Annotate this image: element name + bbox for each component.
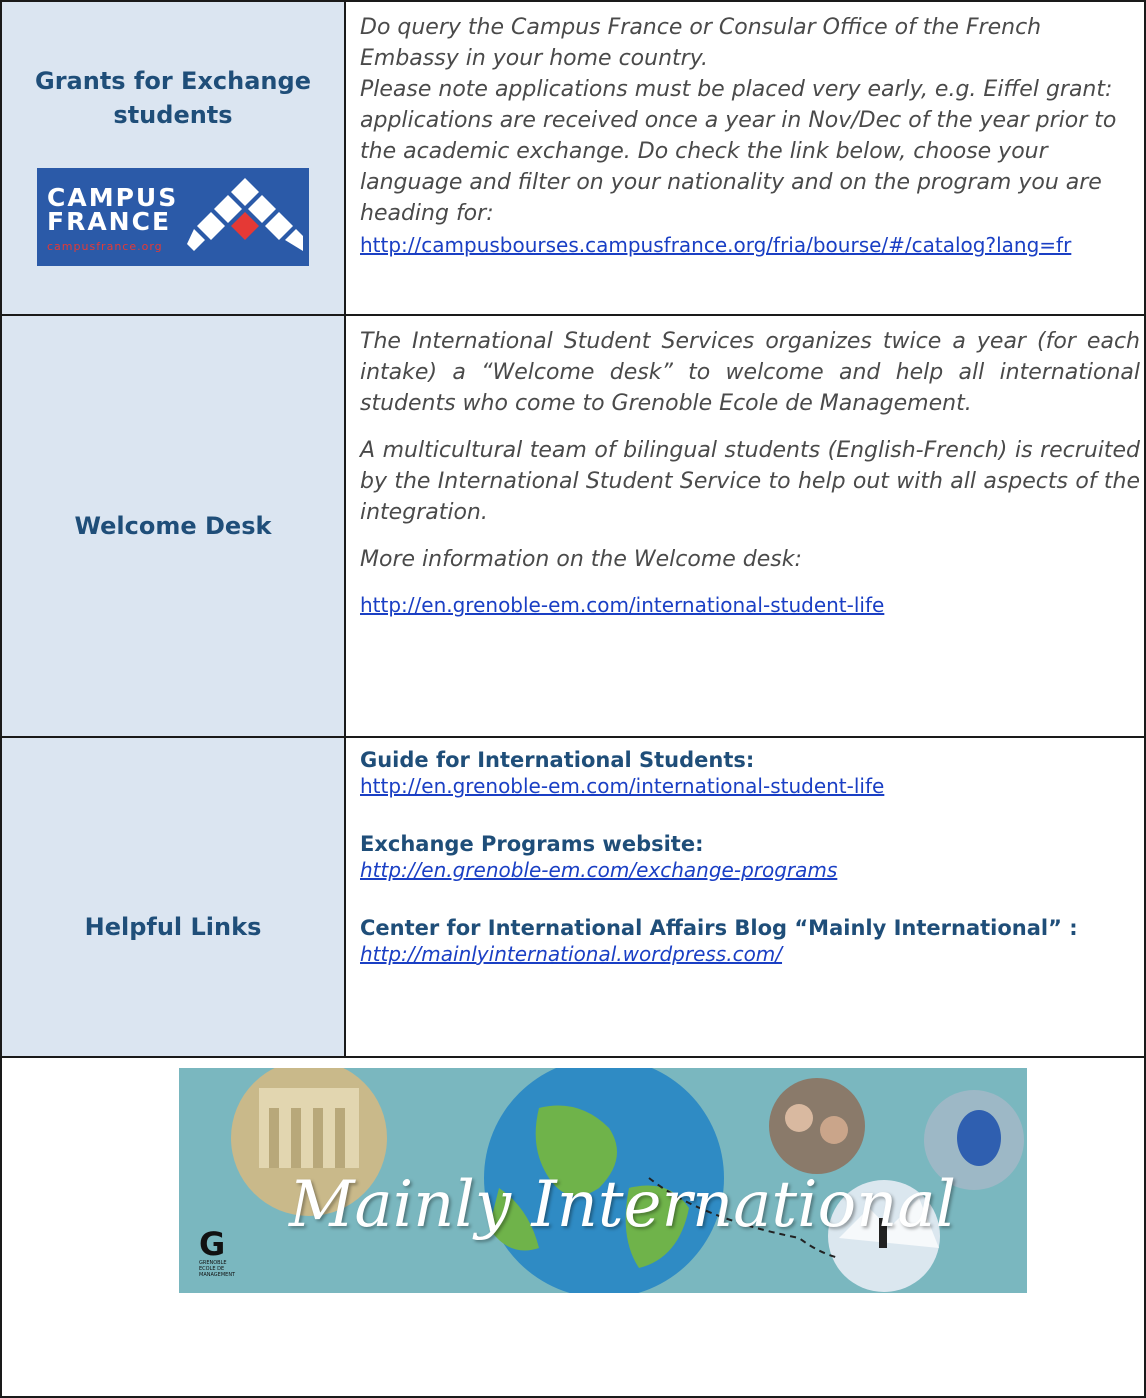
banner-title: Mainly International	[289, 1168, 956, 1242]
campus-france-logo-url: campusfrance.org	[47, 240, 163, 253]
mainly-international-banner: Mainly International G GRENOBLE ECOLE DE…	[179, 1068, 1027, 1293]
campus-france-logo: CAMPUS FRANCE campusfrance.org	[37, 168, 309, 266]
label-cell-helpful: Helpful Links	[0, 736, 346, 1058]
blog-heading: Center for International Affairs Blog “M…	[360, 916, 1078, 940]
campus-france-diamond-icon	[187, 178, 303, 251]
content-cell-welcome: The International Student Services organ…	[344, 314, 1146, 738]
label-cell-welcome: Welcome Desk	[0, 314, 346, 738]
info-table: Grants for Exchange students CAMPUS FRAN…	[0, 0, 1146, 1398]
campus-france-logo-word2: FRANCE	[47, 207, 172, 236]
banner-wrap: Mainly International G GRENOBLE ECOLE DE…	[2, 1058, 1144, 1296]
grenoble-logo: G GRENOBLE ECOLE DE MANAGEMENT	[199, 1228, 239, 1288]
label-cell-grants: Grants for Exchange students CAMPUS FRAN…	[0, 0, 346, 316]
grants-paragraph-2: Please note applications must be placed …	[360, 77, 1117, 226]
guide-link[interactable]: http://en.grenoble-em.com/international-…	[360, 774, 1144, 798]
table-row-grants: Grants for Exchange students CAMPUS FRAN…	[0, 0, 1146, 316]
banner-cell: Mainly International G GRENOBLE ECOLE DE…	[0, 1056, 1146, 1398]
campus-bourses-link[interactable]: http://campusbourses.campusfrance.org/fr…	[360, 233, 1140, 257]
welcome-paragraph-1: The International Student Services organ…	[360, 329, 1140, 416]
grenoble-logo-text: GRENOBLE ECOLE DE MANAGEMENT	[199, 1260, 236, 1278]
row-label-welcome: Welcome Desk	[74, 512, 272, 540]
welcome-paragraph-2: A multicultural team of bilingual studen…	[360, 438, 1140, 525]
row-label-grants: Grants for Exchange students	[35, 67, 311, 129]
welcome-paragraph-3: More information on the Welcome desk:	[360, 547, 802, 572]
grants-paragraph-1: Do query the Campus France or Consular O…	[360, 15, 1042, 71]
content-cell-helpful: Guide for International Students: http:/…	[344, 736, 1146, 1058]
blog-link[interactable]: http://mainlyinternational.wordpress.com…	[360, 942, 1144, 966]
exchange-programs-heading: Exchange Programs website:	[360, 832, 704, 856]
guide-heading: Guide for International Students:	[360, 748, 755, 772]
row-label-helpful: Helpful Links	[84, 913, 262, 941]
table-row-banner: Mainly International G GRENOBLE ECOLE DE…	[0, 1056, 1146, 1398]
grenoble-logo-letter: G	[199, 1225, 226, 1263]
exchange-programs-link[interactable]: http://en.grenoble-em.com/exchange-progr…	[360, 858, 1144, 882]
student-life-link[interactable]: http://en.grenoble-em.com/international-…	[360, 593, 1140, 617]
content-cell-grants: Do query the Campus France or Consular O…	[344, 0, 1146, 316]
table-row-welcome: Welcome Desk The International Student S…	[0, 314, 1146, 738]
table-row-helpful: Helpful Links Guide for International St…	[0, 736, 1146, 1058]
